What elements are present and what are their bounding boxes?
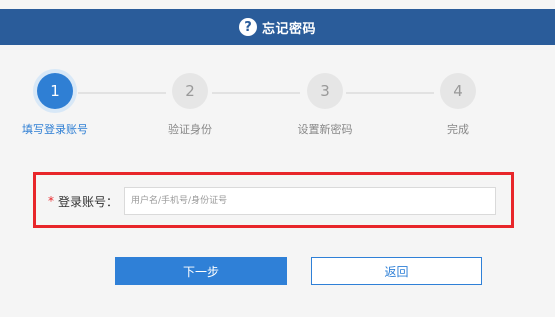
step-number: 3 [307,73,343,109]
header-bar: ? 忘记密码 [0,9,555,45]
page-title: 忘记密码 [261,21,316,37]
required-mark: * [48,194,54,208]
step-2: 2 验证身份 [145,73,235,137]
next-step-button[interactable]: 下一步 [115,257,287,285]
back-button[interactable]: 返回 [311,257,482,285]
account-input[interactable] [124,187,497,215]
step-label: 完成 [447,123,469,136]
step-number: 4 [440,73,476,109]
step-3: 3 设置新密码 [280,73,370,137]
step-label: 填写登录账号 [22,123,88,136]
step-label: 设置新密码 [297,123,353,136]
step-4: 4 完成 [413,73,503,137]
account-field-row: * 登录账号： [48,186,497,216]
forgot-password-panel: ? 忘记密码 1 填写登录账号 2 验证身份 3 设置新密码 4 完成 * 登录… [0,0,555,317]
question-circle-icon: ? [238,18,257,36]
step-1: 1 填写登录账号 [10,73,100,137]
account-label: 登录账号： [58,194,119,209]
step-number: 2 [172,73,208,109]
step-number: 1 [37,73,73,109]
step-label: 验证身份 [168,123,212,136]
progress-steps: 1 填写登录账号 2 验证身份 3 设置新密码 4 完成 [0,73,555,143]
